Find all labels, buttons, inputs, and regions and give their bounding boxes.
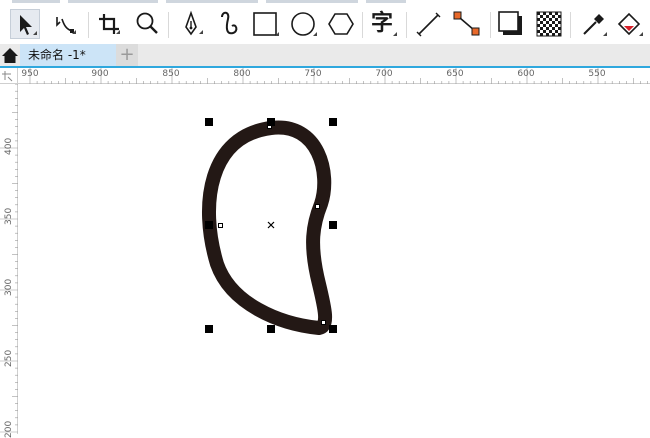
eyedropper-tool-button[interactable] <box>578 9 608 39</box>
ruler-label: 400 <box>4 137 14 155</box>
main-toolbar: 字 <box>0 0 650 44</box>
selection-handle-bottom-center[interactable] <box>267 325 275 333</box>
node-shape-icon <box>56 17 76 34</box>
selection-handle-top-right[interactable] <box>329 118 337 126</box>
checkerboard-icon <box>536 11 562 37</box>
pick-tool-button[interactable] <box>10 9 40 39</box>
toolbar-top-border <box>68 0 158 3</box>
interactive-fill-tool-button[interactable] <box>614 9 644 39</box>
document-tab-bar: 未命名 -1* + <box>0 44 650 68</box>
curve-icon <box>221 11 238 35</box>
ruler-label: 750 <box>304 69 322 79</box>
path-node[interactable] <box>321 320 326 325</box>
canvas-drawing <box>201 118 337 335</box>
ruler-label: 250 <box>4 349 14 367</box>
ruler-origin-icon <box>2 71 13 82</box>
toolbar-separator <box>570 12 571 38</box>
rectangle-tool-button[interactable] <box>250 9 280 39</box>
selection-handle-top-center[interactable] <box>267 118 275 126</box>
toolbar-top-border <box>266 0 358 3</box>
ruler-label: 350 <box>4 207 14 225</box>
dimension-tool-button[interactable] <box>414 9 444 39</box>
ruler-label: 300 <box>4 278 14 296</box>
ruler-label: 650 <box>446 69 464 79</box>
drawing-canvas[interactable] <box>19 84 650 434</box>
ruler-label: 700 <box>375 69 393 79</box>
ellipse-icon <box>291 12 317 36</box>
vertical-ruler[interactable]: 400 350 300 250 200 <box>0 84 18 438</box>
freehand-tool-button[interactable] <box>176 9 206 39</box>
ellipse-tool-button[interactable] <box>288 9 318 39</box>
connector-tool-button[interactable] <box>452 9 482 39</box>
ruler-label: 550 <box>588 69 606 79</box>
eyedropper-icon <box>583 14 607 36</box>
ruler-label: 850 <box>162 69 180 79</box>
toolbar-separator <box>168 12 169 38</box>
ruler-label: 900 <box>91 69 109 79</box>
toolbar-separator <box>490 12 491 38</box>
toolbar-separator <box>362 12 363 38</box>
rectangle-icon <box>253 12 279 36</box>
drop-shadow-icon <box>498 11 522 35</box>
document-tab[interactable]: 未命名 -1* <box>20 44 116 66</box>
text-tool-button[interactable]: 字 <box>368 9 398 39</box>
artistic-media-tool-button[interactable] <box>214 9 244 39</box>
toolbar-top-border <box>166 0 258 3</box>
zoom-tool-button[interactable] <box>132 9 162 39</box>
transparency-tool-button[interactable] <box>534 9 564 39</box>
flyout-arrow-icon <box>393 32 397 36</box>
toolbar-top-border <box>366 0 406 3</box>
home-tab-button[interactable] <box>0 44 20 66</box>
pointer-arrow-icon <box>20 15 37 35</box>
document-tab-label: 未命名 -1* <box>28 48 86 62</box>
selection-handle-bottom-right[interactable] <box>329 325 337 333</box>
teardrop-shape[interactable] <box>201 120 332 335</box>
plus-icon: + <box>119 44 135 65</box>
home-icon <box>2 48 18 63</box>
selection-handle-middle-left[interactable] <box>205 221 213 229</box>
selection-handle-top-left[interactable] <box>205 118 213 126</box>
horizontal-ruler[interactable]: 950 900 850 800 750 700 650 600 550 <box>18 68 650 84</box>
path-node[interactable] <box>315 204 320 209</box>
ruler-label: 800 <box>233 69 251 79</box>
toolbar-top-border <box>12 0 60 3</box>
shape-tool-button[interactable] <box>50 9 80 39</box>
toolbar-separator <box>88 12 89 38</box>
ruler-label: 200 <box>4 420 14 438</box>
pen-nib-icon <box>185 10 203 36</box>
hexagon-icon <box>328 13 354 35</box>
ruler-origin-corner[interactable] <box>0 68 18 84</box>
diagonal-line-icon <box>416 12 441 37</box>
selection-handle-bottom-left[interactable] <box>205 325 213 333</box>
crop-tool-button[interactable] <box>94 9 124 39</box>
paint-bucket-icon <box>617 12 643 36</box>
ruler-label: 600 <box>517 69 535 79</box>
ruler-label: 950 <box>21 69 39 79</box>
rotation-center-marker[interactable] <box>267 221 275 229</box>
polygon-tool-button[interactable] <box>326 9 356 39</box>
horizontal-ruler-ticks <box>29 68 649 84</box>
crop-icon <box>99 14 120 34</box>
magnifier-icon <box>136 12 158 34</box>
selection-handle-middle-right[interactable] <box>329 221 337 229</box>
toolbar-separator <box>406 12 407 38</box>
connector-icon <box>453 11 480 36</box>
new-document-tab-button[interactable]: + <box>116 44 138 66</box>
vertical-ruler-ticks <box>0 84 18 433</box>
path-node[interactable] <box>218 223 223 228</box>
drop-shadow-tool-button[interactable] <box>496 9 526 39</box>
